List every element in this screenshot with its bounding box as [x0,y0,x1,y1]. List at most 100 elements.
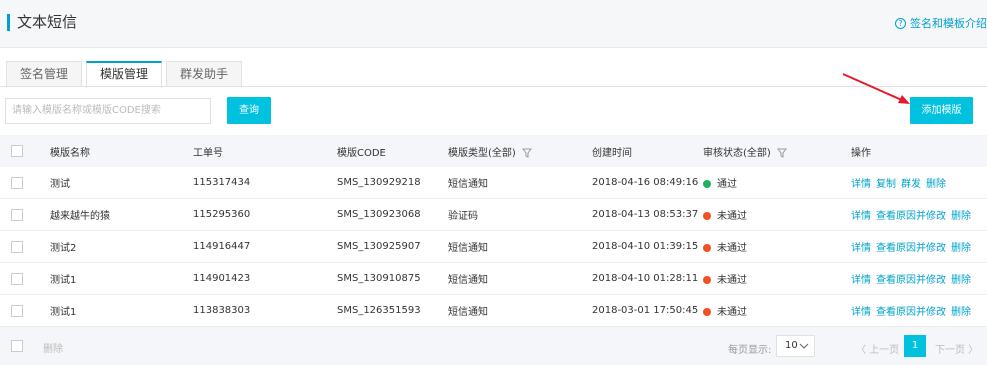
title-accent-bar [7,14,10,31]
cell-status: 通过 [703,175,737,190]
cell-code: SMS_130925907 [337,241,421,252]
cell-created: 2018-04-16 08:49:16 [592,177,699,188]
cell-status: 未通过 [703,303,747,318]
action-link[interactable]: 删除 [926,179,946,190]
cell-name: 测试2 [50,243,77,254]
page-header: 文本短信 ? 签名和模板介绍 [0,0,987,48]
action-link[interactable]: 删除 [951,307,971,318]
cell-status: 未通过 [703,239,747,254]
cell-actions: 详情 查看原因并修改 删除 [851,303,976,318]
cell-name: 测试1 [50,275,77,286]
action-link[interactable]: 查看原因并修改 [876,211,946,222]
cell-actions: 详情 查看原因并修改 删除 [851,207,976,222]
cell-created: 2018-04-10 01:28:11 [592,273,699,284]
col-order-no: 工单号 [193,147,223,159]
tab-template[interactable]: 模版管理 [86,61,163,88]
table-row: 测试2 114916447 SMS_130925907 短信通知 2018-04-10 … [0,231,987,263]
cell-order-no: 113838303 [193,305,251,316]
cell-type: 短信通知 [448,179,488,190]
cell-type: 短信通知 [448,307,488,318]
action-link[interactable]: 查看原因并修改 [876,307,946,318]
cell-type: 验证码 [448,211,478,222]
col-status-label: 审核状态(全部) [703,147,771,159]
status-dot-icon [703,212,711,220]
row-checkbox[interactable] [11,176,23,189]
row-checkbox[interactable] [11,240,23,253]
col-created: 创建时间 [592,147,632,159]
page-title: 文本短信 [17,13,78,31]
sms-template-page: 文本短信 ? 签名和模板介绍 签名管理 模版管理 群发助手 请输入模版名称或模版… [0,0,987,365]
cell-code: SMS_130929218 [337,177,421,188]
status-dot-icon [703,276,711,284]
next-page-button[interactable]: 下一页 〉 [935,341,978,356]
status-label: 未通过 [717,275,747,286]
row-checkbox[interactable] [11,208,23,221]
action-link[interactable]: 详情 [851,179,871,190]
action-link[interactable]: 复制 [876,179,896,190]
cell-code: SMS_130923068 [337,209,421,220]
table-body: 测试 115317434 SMS_130929218 短信通知 2018-04-16 0… [0,167,987,327]
status-dot-icon [703,308,711,316]
row-checkbox[interactable] [11,304,23,317]
cell-actions: 详情 查看原因并修改 删除 [851,271,976,286]
bulk-delete-button[interactable]: 删除 [43,340,63,355]
search-input[interactable]: 请输入模版名称或模版CODE搜索 [5,98,211,124]
help-link[interactable]: ? 签名和模板介绍 [895,15,987,31]
chevron-down-icon [799,343,809,349]
cell-actions: 详情 查看原因并修改 删除 [851,239,976,254]
table-row: 测试1 114901423 SMS_130910875 短信通知 2018-04-10 … [0,263,987,295]
help-link-label: 签名和模板介绍 [910,17,987,30]
col-actions: 操作 [851,147,871,159]
cell-name: 测试 [50,179,70,190]
cell-code: SMS_130910875 [337,273,421,284]
cell-order-no: 114916447 [193,241,251,252]
col-status[interactable]: 审核状态(全部) [703,144,787,159]
prev-page-button[interactable]: 〈 上一页 [856,341,899,356]
filter-icon[interactable] [522,148,532,158]
cell-status: 未通过 [703,207,747,222]
cell-created: 2018-04-13 08:53:37 [592,209,699,220]
col-type-label: 模版类型(全部) [448,147,516,159]
action-link[interactable]: 详情 [851,307,871,318]
action-link[interactable]: 删除 [951,243,971,254]
select-all-checkbox[interactable] [11,145,23,157]
tab-signature[interactable]: 签名管理 [6,61,83,87]
cell-type: 短信通知 [448,275,488,286]
col-code: 模版CODE [337,147,386,159]
table-footer: 删除 每页显示: 10 〈 上一页 1 下一页 〉 [0,327,987,365]
cell-created: 2018-03-01 17:50:45 [592,305,699,316]
cell-type: 短信通知 [448,243,488,254]
current-page[interactable]: 1 [904,335,926,357]
tab-bulk-assistant[interactable]: 群发助手 [166,61,243,87]
cell-order-no: 115317434 [193,177,251,188]
action-link[interactable]: 详情 [851,243,871,254]
filter-icon[interactable] [777,148,787,158]
action-link[interactable]: 删除 [951,275,971,286]
table-row: 测试 115317434 SMS_130929218 短信通知 2018-04-16 0… [0,167,987,199]
table-row: 测试1 113838303 SMS_126351593 短信通知 2018-03-01 … [0,295,987,327]
cell-created: 2018-04-10 01:39:15 [592,241,699,252]
page-size-label: 每页显示: [728,345,772,356]
action-link[interactable]: 查看原因并修改 [876,243,946,254]
cell-actions: 详情 复制 群发 删除 [851,175,951,190]
status-label: 未通过 [717,307,747,318]
action-link[interactable]: 删除 [951,211,971,222]
prev-page-label: 上一页 [869,345,900,356]
col-type[interactable]: 模版类型(全部) [448,144,532,159]
cell-status: 未通过 [703,271,747,286]
action-link[interactable]: 群发 [901,179,921,190]
action-link[interactable]: 详情 [851,211,871,222]
add-template-button[interactable]: 添加模版 [910,97,973,124]
template-table: 模版名称 工单号 模版CODE 模版类型(全部) 创建时间 审核状态(全部) 操… [0,135,987,327]
next-page-label: 下一页 [935,345,965,356]
status-label: 通过 [717,179,737,190]
footer-select-all-checkbox[interactable] [11,340,23,352]
page-size-select[interactable]: 10 [776,335,815,357]
action-link[interactable]: 详情 [851,275,871,286]
question-icon: ? [895,17,906,29]
row-checkbox[interactable] [11,272,23,285]
col-name: 模版名称 [50,147,90,159]
cell-order-no: 115295360 [193,209,251,220]
query-button[interactable]: 查询 [227,97,271,124]
action-link[interactable]: 查看原因并修改 [876,275,946,286]
